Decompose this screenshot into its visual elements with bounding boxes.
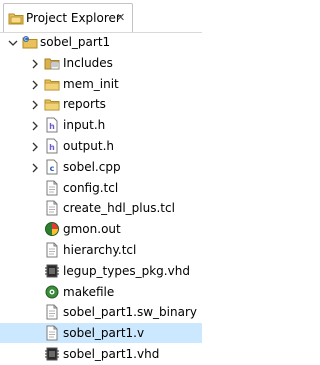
file-icon: [44, 242, 60, 258]
tab-label: Project Explorer: [26, 11, 121, 25]
tree-item-hierarchy-tcl[interactable]: hierarchy.tcl: [0, 240, 202, 260]
chevron-right-icon[interactable]: [29, 58, 41, 70]
chevron-right-icon[interactable]: [29, 120, 41, 132]
view-header: Project Explorer ✕: [0, 0, 202, 33]
folder-icon: [44, 96, 60, 112]
tree-item-sobel-cpp[interactable]: c sobel.cpp: [0, 157, 202, 177]
tree-item-label: sobel_part1.v: [63, 326, 145, 341]
file-icon: [44, 325, 60, 341]
tree-item-label: legup_types_pkg.vhd: [63, 263, 190, 278]
header-file-icon: h: [44, 117, 60, 133]
svg-text:h: h: [49, 143, 55, 152]
tree-item-legup-types-pkg-vhd[interactable]: legup_types_pkg.vhd: [0, 261, 202, 281]
tree-item-create-hdl-plus-tcl[interactable]: create_hdl_plus.tcl: [0, 198, 202, 218]
tree-item-label: sobel_part1.sw_binary: [63, 305, 197, 320]
tree-item-label: sobel_part1.vhd: [63, 347, 160, 361]
tree-item-sobel-part1-v[interactable]: sobel_part1.v: [0, 323, 202, 344]
makefile-icon: [44, 284, 60, 300]
svg-text:C: C: [24, 37, 28, 43]
chevron-right-icon[interactable]: [29, 99, 41, 111]
file-icon: [44, 180, 60, 196]
svg-text:c: c: [50, 164, 55, 173]
tree-item-makefile[interactable]: makefile: [0, 282, 202, 302]
tree-item-input-h[interactable]: h input.h: [0, 115, 202, 135]
tab-project-explorer[interactable]: Project Explorer ✕: [3, 3, 133, 32]
tree-item-config-tcl[interactable]: config.tcl: [0, 178, 202, 198]
tree-item-gmon-out[interactable]: gmon.out: [0, 219, 202, 239]
tree-item-output-h[interactable]: h output.h: [0, 136, 202, 156]
tree-item-label: input.h: [63, 118, 106, 133]
tree-item-includes[interactable]: Includes: [0, 53, 202, 73]
tree-item-mem-init[interactable]: mem_init: [0, 74, 202, 94]
gprof-file-icon: [44, 221, 60, 237]
vhdl-file-icon: [44, 263, 60, 279]
tree-item-label: config.tcl: [63, 180, 119, 195]
tree-item-label: hierarchy.tcl: [63, 243, 137, 257]
tree-item-label: gmon.out: [63, 222, 121, 237]
tree-item-label: create_hdl_plus.tcl: [63, 201, 175, 216]
folder-icon: [44, 76, 60, 92]
cpp-file-icon: c: [44, 159, 60, 175]
tree-item-label: makefile: [63, 284, 115, 299]
project-folder-icon: C: [22, 34, 38, 50]
tree-item-label: reports: [63, 97, 106, 112]
header-file-icon: h: [44, 138, 60, 154]
chevron-right-icon[interactable]: [29, 141, 41, 153]
svg-text:h: h: [49, 122, 55, 131]
project-explorer-icon: [8, 10, 24, 26]
vhdl-file-icon: [44, 346, 60, 362]
tree-item-label: Includes: [63, 55, 113, 70]
tree-item-label: output.h: [63, 139, 114, 153]
file-icon: [44, 200, 60, 216]
includes-folder-icon: [44, 55, 60, 71]
chevron-right-icon[interactable]: [29, 79, 41, 91]
chevron-right-icon[interactable]: [29, 162, 41, 174]
tree-item-sobel-part1-vhd[interactable]: sobel_part1.vhd: [0, 344, 202, 364]
tree-item-sobel-part1-sw-binary[interactable]: sobel_part1.sw_binary: [0, 302, 202, 322]
tree-item-label: sobel.cpp: [63, 159, 121, 174]
close-icon[interactable]: ✕: [116, 11, 125, 24]
file-icon: [44, 304, 60, 320]
chevron-down-icon[interactable]: [7, 37, 19, 49]
tree-item-reports[interactable]: reports: [0, 94, 202, 114]
tree-item-sobel-part1[interactable]: Csobel_part1: [0, 32, 202, 52]
tree-item-label: mem_init: [63, 76, 119, 91]
tree-item-label: sobel_part1: [40, 35, 111, 49]
